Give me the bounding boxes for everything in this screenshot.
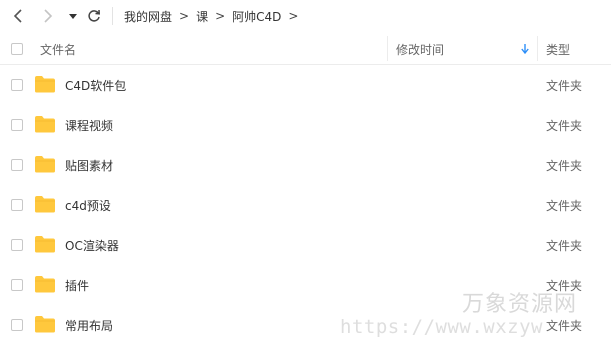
nav-divider bbox=[112, 7, 113, 25]
row-checkbox[interactable] bbox=[11, 199, 23, 211]
column-header-name[interactable]: 文件名 bbox=[40, 41, 76, 58]
breadcrumb: 我的网盘 > 课 > 阿帅C4D > bbox=[124, 6, 305, 26]
sort-descending-icon[interactable] bbox=[521, 43, 529, 57]
file-type: 文件夹 bbox=[546, 79, 583, 93]
forward-arrow-icon[interactable] bbox=[37, 6, 57, 26]
file-type: 文件夹 bbox=[546, 119, 583, 133]
file-name[interactable]: 常用布局 bbox=[65, 317, 113, 334]
file-row[interactable]: c4d预设 文件夹 bbox=[0, 185, 611, 225]
breadcrumb-item-ashuai-c4d[interactable]: 阿帅C4D bbox=[232, 8, 281, 25]
file-type: 文件夹 bbox=[546, 159, 583, 173]
breadcrumb-item-my-drive[interactable]: 我的网盘 bbox=[124, 8, 172, 25]
watermark-text: 万象资源网 bbox=[462, 292, 578, 317]
folder-icon bbox=[34, 75, 56, 93]
breadcrumb-separator: > bbox=[179, 9, 190, 23]
column-divider[interactable] bbox=[387, 36, 388, 61]
column-divider[interactable] bbox=[537, 36, 538, 61]
watermark-url: https://www.wxzyw bbox=[340, 316, 543, 338]
file-row[interactable]: 贴图素材 文件夹 bbox=[0, 145, 611, 185]
row-checkbox[interactable] bbox=[11, 279, 23, 291]
navigation-bar: 我的网盘 > 课 > 阿帅C4D > bbox=[0, 0, 611, 32]
breadcrumb-separator: > bbox=[215, 9, 226, 23]
folder-icon bbox=[34, 315, 56, 333]
row-checkbox[interactable] bbox=[11, 119, 23, 131]
breadcrumb-separator: > bbox=[288, 9, 299, 23]
folder-icon bbox=[34, 115, 56, 133]
folder-icon bbox=[34, 155, 56, 173]
column-header-modified-time[interactable]: 修改时间 bbox=[396, 41, 444, 58]
row-checkbox[interactable] bbox=[11, 79, 23, 91]
folder-icon bbox=[34, 235, 56, 253]
breadcrumb-item-course[interactable]: 课 bbox=[196, 8, 208, 25]
file-name[interactable]: OC渲染器 bbox=[65, 237, 119, 254]
file-type: 文件夹 bbox=[546, 239, 583, 253]
file-type: 文件夹 bbox=[546, 199, 583, 213]
refresh-icon[interactable] bbox=[84, 6, 104, 26]
file-row[interactable]: C4D软件包 文件夹 bbox=[0, 65, 611, 105]
file-row[interactable]: OC渲染器 文件夹 bbox=[0, 225, 611, 265]
row-checkbox[interactable] bbox=[11, 319, 23, 331]
file-row[interactable]: 课程视频 文件夹 bbox=[0, 105, 611, 145]
file-name[interactable]: c4d预设 bbox=[65, 197, 111, 214]
file-name[interactable]: 插件 bbox=[65, 277, 89, 294]
folder-icon bbox=[34, 195, 56, 213]
dropdown-icon[interactable] bbox=[63, 6, 83, 26]
row-checkbox[interactable] bbox=[11, 159, 23, 171]
folder-icon bbox=[34, 275, 56, 293]
file-list-header: 文件名 修改时间 类型 bbox=[0, 32, 611, 65]
select-all-checkbox[interactable] bbox=[11, 43, 23, 55]
file-name[interactable]: 课程视频 bbox=[65, 117, 113, 134]
back-arrow-icon[interactable] bbox=[9, 6, 29, 26]
file-name[interactable]: 贴图素材 bbox=[65, 157, 113, 174]
column-header-type[interactable]: 类型 bbox=[546, 41, 570, 58]
row-checkbox[interactable] bbox=[11, 239, 23, 251]
file-name[interactable]: C4D软件包 bbox=[65, 77, 126, 94]
